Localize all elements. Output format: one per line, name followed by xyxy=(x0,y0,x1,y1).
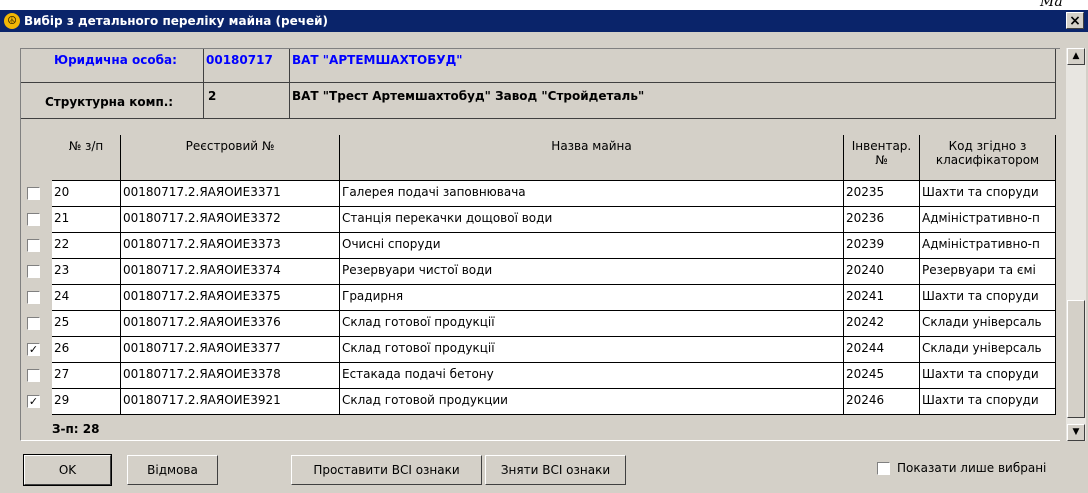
cell-inv[interactable]: 20244 xyxy=(844,337,920,363)
record-count: З-п: 28 xyxy=(52,422,100,436)
select-all-button[interactable]: Проставити ВСІ ознаки xyxy=(291,455,482,485)
cell-reg[interactable]: 00180717.2.ЯАЯОИЕ3374 xyxy=(121,259,340,285)
cell-code[interactable]: Склади універсаль xyxy=(920,311,1056,337)
cell-inv[interactable]: 20245 xyxy=(844,363,920,389)
cell-name[interactable]: Градирня xyxy=(340,285,844,311)
cell-num[interactable]: 26 xyxy=(52,337,121,363)
clear-all-button[interactable]: Зняти ВСІ ознаки xyxy=(485,455,626,485)
structural-unit-code-cell: 2 xyxy=(204,83,290,119)
cell-reg[interactable]: 00180717.2.ЯАЯОИЕ3378 xyxy=(121,363,340,389)
legal-entity-code-cell: 00180717 xyxy=(204,49,290,83)
cell-num[interactable]: 29 xyxy=(52,389,121,415)
cell-num[interactable]: 22 xyxy=(52,233,121,259)
cell-code[interactable]: Шахти та споруди xyxy=(920,181,1056,207)
scroll-down-button[interactable]: ▼ xyxy=(1067,424,1085,441)
cell-name[interactable]: Галерея подачі заповнювача xyxy=(340,181,844,207)
cell-num[interactable]: 24 xyxy=(52,285,121,311)
structural-unit-label-cell: Структурна комп.: xyxy=(21,83,204,119)
cell-code[interactable]: Склади універсаль xyxy=(920,337,1056,363)
cell-inv[interactable]: 20236 xyxy=(844,207,920,233)
legal-entity-label-cell: Юридична особа: xyxy=(21,49,204,83)
cell-name[interactable]: Склад готової продукції xyxy=(340,311,844,337)
cell-reg[interactable]: 00180717.2.ЯАЯОИЕ3377 xyxy=(121,337,340,363)
cell-inv[interactable]: 20246 xyxy=(844,389,920,415)
col-header-name[interactable]: Назва майна xyxy=(340,135,844,181)
structural-unit-label: Структурна комп.: xyxy=(45,95,174,109)
cell-reg[interactable]: 00180717.2.ЯАЯОИЕ3373 xyxy=(121,233,340,259)
cell-code[interactable]: Шахти та споруди xyxy=(920,389,1056,415)
app-icon: ☮ xyxy=(4,13,20,29)
show-selected-checkbox[interactable] xyxy=(877,462,890,475)
cell-num[interactable]: 21 xyxy=(52,207,121,233)
background-window-text: Ма xyxy=(1040,0,1063,10)
col-header-registry[interactable]: Реєстровий № xyxy=(121,135,340,181)
window-title: Вибір з детального переліку майна (речей… xyxy=(24,14,329,28)
row-checkbox[interactable] xyxy=(27,317,40,330)
legal-entity-code: 00180717 xyxy=(206,53,273,67)
cell-name[interactable]: Очисні споруди xyxy=(340,233,844,259)
cell-reg[interactable]: 00180717.2.ЯАЯОИЕ3376 xyxy=(121,311,340,337)
legal-entity-name-cell: ВАТ "АРТЕМШАХТОБУД" xyxy=(290,49,1056,83)
row-checkbox[interactable] xyxy=(27,239,40,252)
cell-name[interactable]: Естакада подачі бетону xyxy=(340,363,844,389)
cell-reg[interactable]: 00180717.2.ЯАЯОИЕ3372 xyxy=(121,207,340,233)
scroll-thumb[interactable] xyxy=(1067,300,1085,418)
col-header-number[interactable]: № з/п xyxy=(52,135,121,181)
cell-code[interactable]: Резервуари та ємі xyxy=(920,259,1056,285)
cell-num[interactable]: 23 xyxy=(52,259,121,285)
cell-inv[interactable]: 20239 xyxy=(844,233,920,259)
show-selected-label: Показати лише вибрані xyxy=(897,461,1047,475)
cell-inv[interactable]: 20235 xyxy=(844,181,920,207)
legal-entity-label: Юридична особа: xyxy=(54,53,177,67)
cell-reg[interactable]: 00180717.2.ЯАЯОИЕ3371 xyxy=(121,181,340,207)
cell-inv[interactable]: 20242 xyxy=(844,311,920,337)
row-checkbox[interactable] xyxy=(27,291,40,304)
cancel-button[interactable]: Відмова xyxy=(127,455,218,485)
structural-unit-name: ВАТ "Трест Артемшахтобуд" Завод "Стройде… xyxy=(292,89,645,103)
scroll-up-button[interactable]: ▲ xyxy=(1067,48,1085,65)
row-checkbox[interactable]: ✓ xyxy=(27,395,40,408)
cell-reg[interactable]: 00180717.2.ЯАЯОИЕ3375 xyxy=(121,285,340,311)
structural-unit-code: 2 xyxy=(208,89,217,103)
cell-code[interactable]: Адміністративно-п xyxy=(920,207,1056,233)
cell-name[interactable]: Склад готовой продукции xyxy=(340,389,844,415)
cell-name[interactable]: Резервуари чистої води xyxy=(340,259,844,285)
close-button[interactable]: × xyxy=(1066,12,1084,29)
cell-num[interactable]: 20 xyxy=(52,181,121,207)
row-checkbox[interactable] xyxy=(27,213,40,226)
cell-name[interactable]: Склад готової продукції xyxy=(340,337,844,363)
cell-code[interactable]: Шахти та споруди xyxy=(920,285,1056,311)
structural-unit-name-cell: ВАТ "Трест Артемшахтобуд" Завод "Стройде… xyxy=(290,83,1056,119)
cell-code[interactable]: Шахти та споруди xyxy=(920,363,1056,389)
row-checkbox[interactable] xyxy=(27,187,40,200)
cell-reg[interactable]: 00180717.2.ЯАЯОИЕ3921 xyxy=(121,389,340,415)
cell-num[interactable]: 27 xyxy=(52,363,121,389)
col-header-classifier[interactable]: Код згідно з класифікатором xyxy=(920,135,1056,181)
row-checkbox[interactable] xyxy=(27,369,40,382)
ok-button[interactable]: OK xyxy=(23,454,112,486)
cell-inv[interactable]: 20240 xyxy=(844,259,920,285)
legal-entity-name: ВАТ "АРТЕМШАХТОБУД" xyxy=(292,53,463,67)
row-checkbox[interactable]: ✓ xyxy=(27,343,40,356)
cell-code[interactable]: Адміністративно-п xyxy=(920,233,1056,259)
col-header-inventory[interactable]: Інвентар. № xyxy=(844,135,920,181)
row-checkbox[interactable] xyxy=(27,265,40,278)
cell-name[interactable]: Станція перекачки дощової води xyxy=(340,207,844,233)
cell-inv[interactable]: 20241 xyxy=(844,285,920,311)
cell-num[interactable]: 25 xyxy=(52,311,121,337)
